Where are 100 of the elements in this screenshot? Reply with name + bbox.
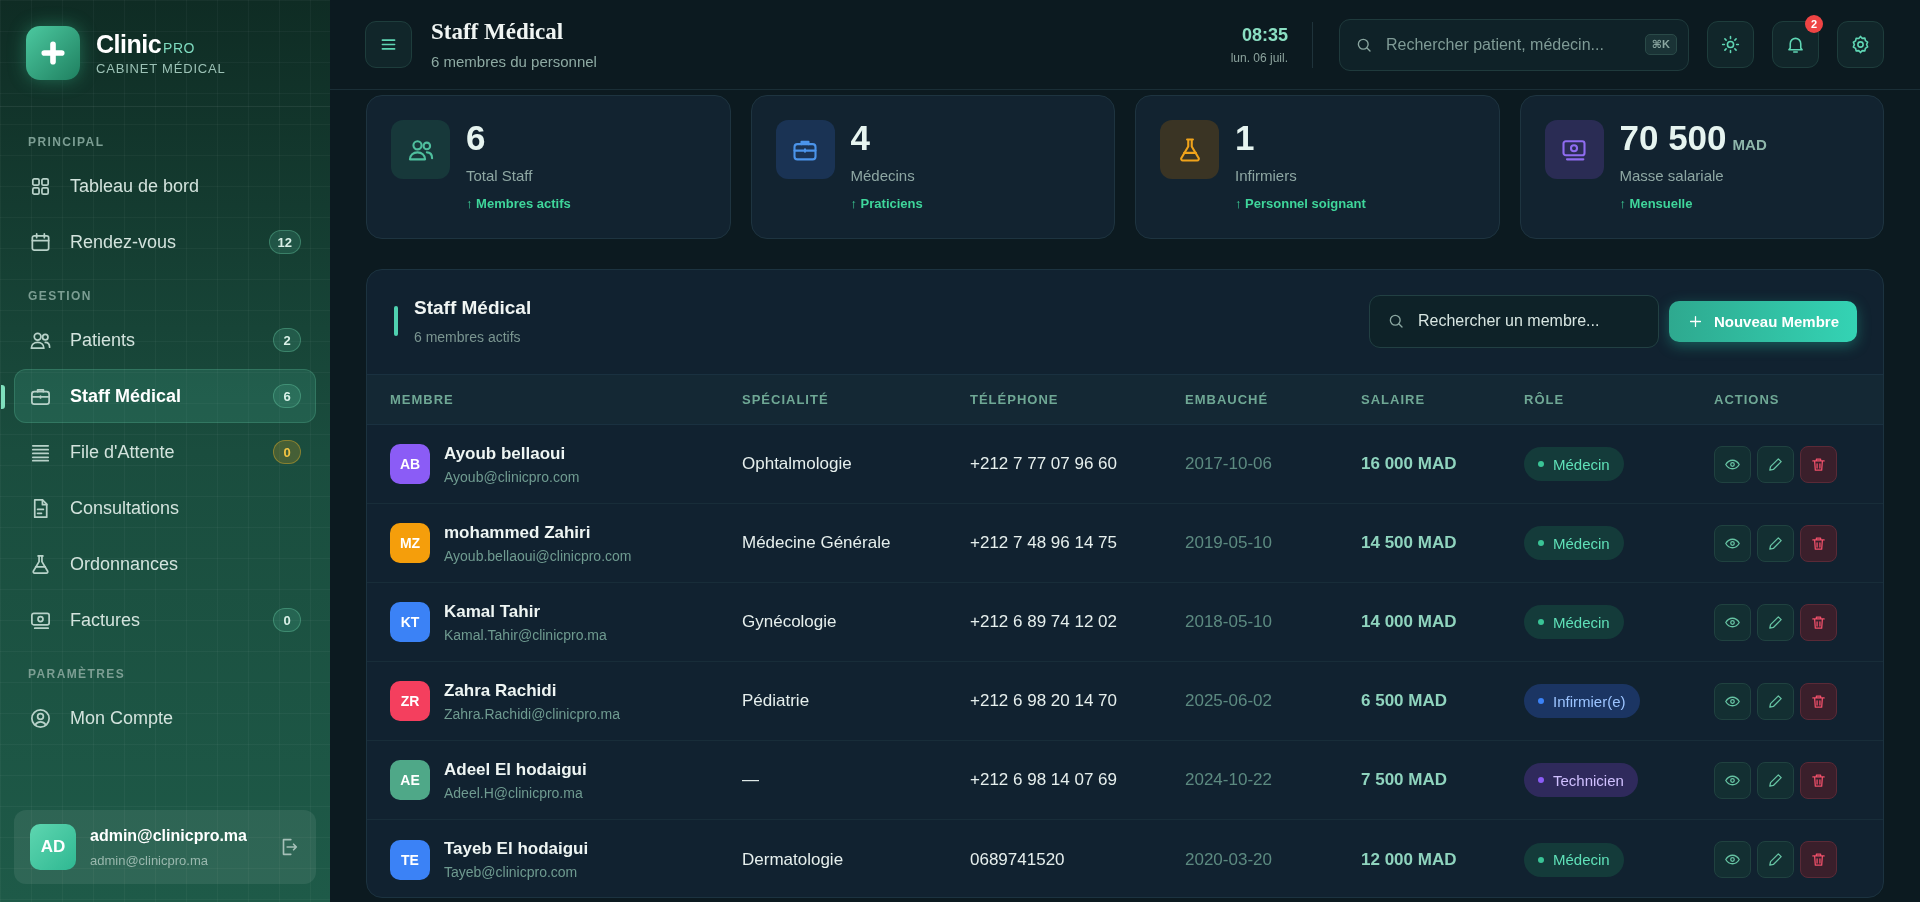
table-cell: 7 500 MAD — [1361, 770, 1447, 790]
sidebar-item[interactable]: File d'Attente 0 — [14, 425, 316, 479]
table-cell: Gynécologie — [742, 612, 837, 632]
status-dot — [1538, 777, 1544, 783]
theme-button[interactable] — [1707, 21, 1754, 68]
avatar: KT — [390, 602, 430, 642]
card-title: Staff Médical — [414, 297, 533, 319]
sidebar-item[interactable]: Rendez-vous 12 — [14, 215, 316, 269]
calendar-icon — [29, 230, 52, 254]
notification-badge: 2 — [1805, 15, 1823, 33]
view-button[interactable] — [1714, 841, 1751, 878]
edit-button[interactable] — [1757, 603, 1794, 641]
table-cell: Médecine Générale — [742, 533, 891, 553]
role-tag: Infirmier(e) — [1524, 684, 1640, 718]
stat-value: 70 500 MAD — [1619, 120, 1767, 155]
table-cell: Pédiatrie — [742, 691, 810, 711]
edit-button[interactable] — [1757, 682, 1794, 720]
table-cell: +212 7 48 96 14 75 — [970, 533, 1117, 553]
delete-button[interactable] — [1800, 524, 1837, 562]
delete-button[interactable] — [1800, 682, 1837, 720]
delete-button[interactable] — [1800, 445, 1837, 483]
sidebar-item[interactable]: Mon Compte — [14, 691, 316, 745]
member-email: Ayoub.bellaoui@clinicpro.com — [444, 547, 632, 564]
status-dot — [1538, 856, 1544, 863]
view-button[interactable] — [1714, 603, 1751, 641]
view-button[interactable] — [1714, 761, 1751, 799]
pencil-icon — [1767, 613, 1784, 631]
member-email: Kamal.Tahir@clinicpro.ma — [444, 626, 607, 643]
status-dot — [1538, 619, 1544, 625]
role-tag: Médecin — [1524, 447, 1624, 481]
table-cell: 16 000 MAD — [1361, 454, 1457, 474]
sidebar-item[interactable]: Factures 0 — [14, 593, 316, 647]
column-header: SPÉCIALITÉ — [742, 392, 829, 407]
count-badge: 6 — [273, 384, 301, 408]
table-cell: — — [742, 770, 759, 790]
avatar: TE — [390, 839, 430, 880]
page-title: Staff Médical — [431, 19, 565, 45]
brand-subtitle: CABINET MÉDICAL — [96, 61, 226, 76]
delete-button[interactable] — [1800, 603, 1837, 641]
count-badge: 2 — [273, 328, 301, 352]
pencil-icon — [1767, 455, 1784, 473]
edit-button[interactable] — [1757, 524, 1794, 562]
sidebar-item[interactable]: Patients 2 — [14, 313, 316, 367]
avatar: ZR — [390, 681, 430, 721]
section-heading: GESTION — [27, 288, 93, 305]
table-cell: 2018-05-10 — [1185, 612, 1272, 632]
table-cell: +212 7 77 07 96 60 — [970, 454, 1117, 474]
table-cell: 14 500 MAD — [1361, 533, 1457, 553]
accent-bar — [394, 306, 398, 336]
user-circle-icon — [29, 706, 52, 730]
notifications-button[interactable] — [1772, 21, 1819, 68]
clock-date: lun. 06 juil. — [1230, 50, 1288, 65]
status-dot — [1538, 461, 1544, 467]
trash-icon — [1810, 851, 1827, 868]
stat-label: Médecins — [850, 167, 916, 184]
settings-button[interactable] — [1837, 21, 1884, 68]
table-cell: 2025-06-02 — [1185, 691, 1272, 711]
clock-time: 08:35 — [1240, 24, 1288, 46]
table-cell: 2020-03-20 — [1185, 849, 1272, 870]
sidebar-item[interactable]: Tableau de bord — [14, 159, 316, 213]
table-cell: Ophtalmologie — [742, 454, 852, 474]
table-cell: 0689741520 — [970, 849, 1065, 870]
member-name: Tayeb El hodaigui — [444, 839, 589, 859]
member-email: Ayoub@clinicpro.com — [444, 468, 580, 485]
edit-button[interactable] — [1757, 445, 1794, 483]
card-subtitle: 6 membres actifs — [414, 329, 522, 345]
search-field[interactable]: Rechercher un membre... — [1368, 294, 1659, 348]
role-tag: Médecin — [1524, 605, 1624, 639]
view-button[interactable] — [1714, 445, 1751, 483]
sidebar-item[interactable]: Consultations — [14, 481, 316, 535]
stat-trend: ↑ Praticiens — [850, 196, 923, 211]
pencil-icon — [1767, 851, 1784, 868]
column-header: ACTIONS — [1714, 392, 1780, 407]
sidebar-item[interactable]: Ordonnances — [14, 537, 316, 591]
table-cell: 2024-10-22 — [1185, 770, 1272, 790]
menu-button[interactable] — [365, 21, 412, 68]
view-button[interactable] — [1714, 682, 1751, 720]
stat-label: Total Staff — [466, 167, 534, 184]
edit-button[interactable] — [1757, 841, 1794, 878]
stat-value: 6 — [466, 120, 487, 155]
table-cell: Dermatologie — [742, 849, 844, 870]
pencil-icon — [1767, 692, 1784, 710]
pencil-icon — [1767, 771, 1784, 789]
delete-button[interactable] — [1800, 841, 1837, 878]
delete-button[interactable] — [1800, 761, 1837, 799]
pencil-icon — [1767, 534, 1784, 552]
edit-button[interactable] — [1757, 761, 1794, 799]
flask-icon — [29, 552, 52, 576]
count-badge: 0 — [273, 608, 301, 632]
role-tag: Médecin — [1524, 526, 1624, 560]
stat-trend: ↑ Mensuelle — [1619, 196, 1694, 211]
table-cell: 2019-05-10 — [1185, 533, 1272, 553]
view-button[interactable] — [1714, 524, 1751, 562]
table-cell: 12 000 MAD — [1361, 849, 1457, 870]
brand-name: Clinic PRO — [96, 30, 196, 59]
status-dot — [1538, 698, 1544, 704]
member-name: Ayoub bellaoui — [444, 443, 567, 464]
stat-trend: ↑ Membres actifs — [466, 196, 571, 211]
user-avatar: AD — [30, 824, 76, 870]
status-dot — [1538, 540, 1544, 546]
